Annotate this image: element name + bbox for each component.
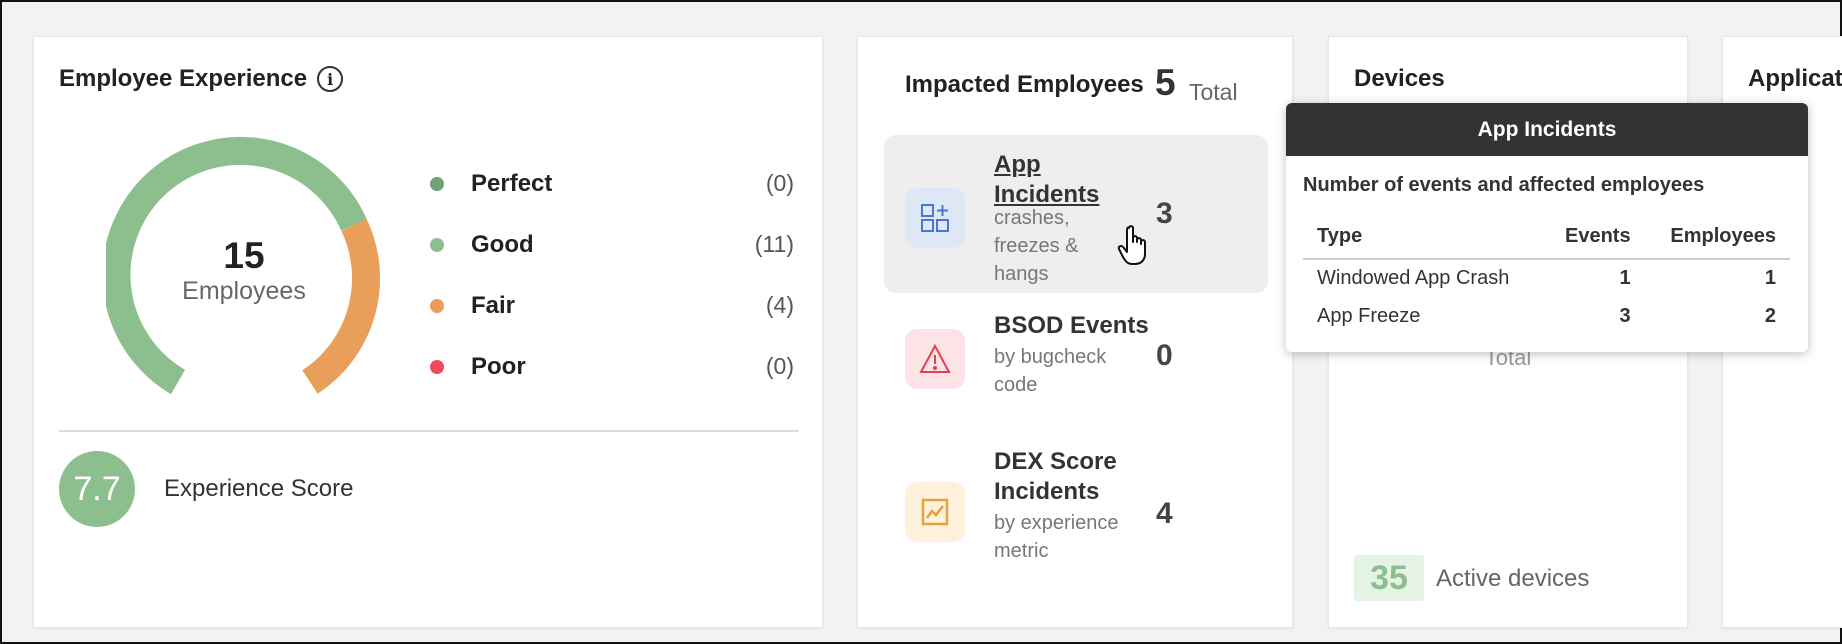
- impact-item-subtitle-line: hangs: [994, 263, 1049, 285]
- legend-dot: [430, 176, 444, 191]
- tooltip-description: Number of events and affected employees: [1303, 174, 1705, 196]
- impact-item-value: 0: [1156, 339, 1173, 372]
- hand-pointer-icon: [1117, 225, 1146, 265]
- info-icon[interactable]: i: [317, 66, 344, 92]
- table-row: Windowed App Crash 1 1: [1303, 259, 1790, 297]
- impact-item-subtitle-line: freezes &: [994, 235, 1079, 257]
- impact-item-subtitle-line: crashes,: [994, 207, 1070, 229]
- impact-item-name-line: Incidents: [994, 478, 1100, 505]
- applications-title: Applicat: [1748, 65, 1842, 92]
- legend-dot: [430, 237, 444, 252]
- active-devices-label: Active devices: [1436, 565, 1590, 592]
- impacted-total-value: 5: [1155, 62, 1176, 103]
- legend-item-good[interactable]: Good (11): [430, 214, 794, 275]
- legend-label: Good: [471, 230, 534, 258]
- tooltip-table: Type Events Employees Windowed App Crash…: [1303, 221, 1790, 335]
- app-incidents-link[interactable]: App Incidents: [994, 150, 1099, 210]
- table-cell-employees: 1: [1764, 267, 1776, 289]
- impact-item-subtitle: crashes, freezes & hangs: [994, 204, 1078, 288]
- legend-item-perfect[interactable]: Perfect (0): [430, 153, 794, 214]
- tooltip-title: App Incidents: [1286, 103, 1808, 156]
- column-header-events: Events: [1542, 221, 1645, 260]
- employee-experience-header: Employee Experience i: [59, 65, 344, 93]
- impact-item-subtitle-line: code: [994, 374, 1038, 396]
- gauge-employee-label: Employees: [182, 277, 306, 305]
- table-cell-events: 1: [1619, 267, 1631, 289]
- impact-item-subtitle-line: metric: [994, 540, 1049, 562]
- impact-item-name[interactable]: DEX Score Incidents: [994, 447, 1117, 507]
- employee-experience-card: Employee Experience i 15 Employees Perfe…: [33, 36, 823, 628]
- devices-title: Devices: [1354, 65, 1445, 92]
- impact-item-subtitle: by bugcheck code: [994, 343, 1106, 399]
- table-cell-type: App Freeze: [1317, 304, 1421, 327]
- divider: [59, 430, 799, 432]
- apps-add-icon: [905, 188, 965, 248]
- legend-count: (11): [754, 231, 794, 257]
- table-row: App Freeze 3 2: [1303, 297, 1790, 335]
- impacted-employees-card: Impacted Employees 5 Total App Incidents…: [857, 36, 1293, 628]
- trend-chart-icon: [905, 482, 965, 542]
- gauge-employee-count: 15: [223, 235, 265, 276]
- legend-label: Poor: [471, 352, 526, 380]
- impact-item-name[interactable]: BSOD Events: [994, 311, 1149, 341]
- impact-item-subtitle-line: by experience: [994, 512, 1119, 534]
- impact-item-subtitle: by experience metric: [994, 509, 1119, 565]
- experience-legend: Perfect (0) Good (11) Fair (4) Poor (0): [430, 153, 794, 397]
- legend-label: Fair: [471, 291, 516, 319]
- column-header-type: Type: [1303, 221, 1543, 260]
- legend-count: (0): [765, 353, 794, 379]
- employee-experience-title: Employee Experience: [59, 65, 308, 92]
- experience-score-label: Experience Score: [164, 475, 354, 502]
- legend-count: (4): [765, 292, 794, 318]
- legend-count: (0): [765, 170, 794, 196]
- impact-item-value: 4: [1156, 497, 1173, 530]
- impacted-employees-title: Impacted Employees: [905, 71, 1144, 98]
- impact-item-value: 3: [1156, 197, 1173, 230]
- table-cell-type: Windowed App Crash: [1317, 267, 1510, 289]
- impacted-total-label: Total: [1189, 79, 1238, 105]
- column-header-employees: Employees: [1644, 221, 1790, 260]
- impact-item-bsod-events[interactable]: BSOD Events by bugcheck code 0: [884, 299, 1268, 419]
- legend-label: Perfect: [471, 169, 553, 197]
- legend-dot: [430, 298, 444, 313]
- legend-dot: [430, 359, 444, 374]
- legend-item-fair[interactable]: Fair (4): [430, 275, 794, 336]
- table-cell-events: 3: [1619, 304, 1631, 327]
- impact-item-dex-score-incidents[interactable]: DEX Score Incidents by experience metric…: [884, 437, 1268, 597]
- legend-item-poor[interactable]: Poor (0): [430, 336, 794, 397]
- table-cell-employees: 2: [1764, 304, 1776, 327]
- table-header-row: Type Events Employees: [1303, 221, 1790, 260]
- impact-item-name-line: App: [994, 151, 1041, 178]
- impact-item-name-line: DEX Score: [994, 448, 1117, 475]
- active-devices-count: 35: [1354, 555, 1424, 601]
- impact-item-subtitle-line: by bugcheck: [994, 346, 1107, 368]
- impact-item-app-incidents[interactable]: App Incidents crashes, freezes & hangs 3: [884, 135, 1268, 293]
- app-incidents-tooltip: App Incidents Number of events and affec…: [1286, 103, 1808, 352]
- warning-triangle-icon: [905, 329, 965, 389]
- experience-score-badge: 7.7: [59, 451, 135, 527]
